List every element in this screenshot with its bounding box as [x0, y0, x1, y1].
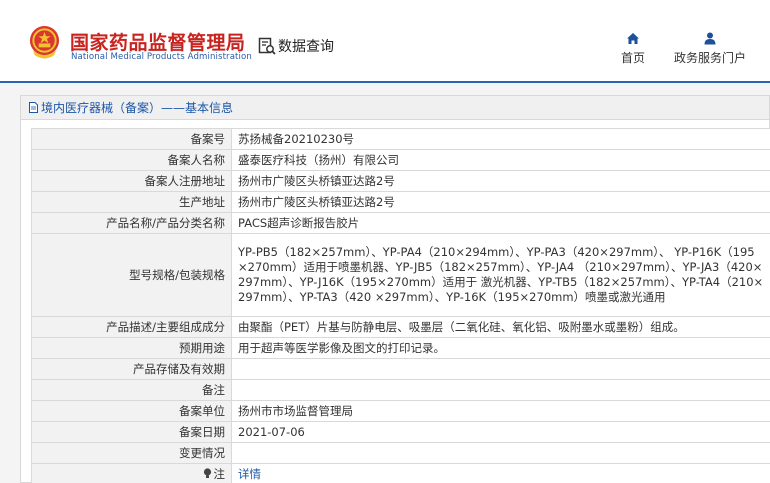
field-label: 变更情况 [31, 442, 232, 464]
field-value: 由聚酯（PET）片基与防静电层、吸墨层（二氧化硅、氧化铝、吸附墨水或墨粉）组成。 [231, 316, 770, 338]
table-row: 变更情况 [31, 442, 770, 464]
detail-panel: 境内医疗器械（备案）——基本信息 备案号 苏扬械备20210230号 备案人名称… [20, 95, 770, 483]
user-icon [704, 32, 716, 45]
nav-service-label: 政务服务门户 [673, 51, 746, 65]
data-query-icon[interactable] [258, 37, 276, 55]
table-row: 备注 [31, 379, 770, 401]
field-value: 盛泰医疗科技（扬州）有限公司 [231, 149, 770, 171]
field-label: 备案单位 [31, 400, 232, 422]
table-row: 备案号 苏扬械备20210230号 [31, 128, 770, 150]
panel-title: 境内医疗器械（备案）——基本信息 [21, 96, 769, 120]
nav-service-portal[interactable]: 政务服务门户 [671, 32, 749, 66]
table-row: 产品存储及有效期 [31, 358, 770, 380]
site-logo-title[interactable]: 国家药品监督管理局 [70, 28, 246, 55]
field-label: 生产地址 [31, 191, 232, 213]
field-label: 型号规格/包装规格 [31, 233, 232, 317]
field-value: 扬州市广陵区头桥镇亚达路2号 [231, 191, 770, 213]
field-value: 扬州市广陵区头桥镇亚达路2号 [231, 170, 770, 192]
site-logo-subtitle[interactable]: National Medical Products Administration [71, 52, 252, 62]
field-value: YP-PB5（182×257mm）、YP-PA4（210×294mm）、YP-P… [231, 233, 770, 317]
document-icon [29, 102, 38, 113]
field-label: 备案号 [31, 128, 232, 150]
table-row: 备案单位 扬州市市场监督管理局 [31, 400, 770, 422]
lightbulb-icon [203, 467, 211, 478]
table-row: 产品描述/主要组成成分 由聚酯（PET）片基与防静电层、吸墨层（二氧化硅、氧化铝… [31, 316, 770, 338]
table-row: 注 详情 [31, 463, 770, 483]
nav-home-label: 首页 [620, 51, 645, 65]
field-label: 备案人名称 [31, 149, 232, 171]
field-value: 苏扬械备20210230号 [231, 128, 770, 150]
table-row: 预期用途 用于超声等医学影像及图文的打印记录。 [31, 337, 770, 359]
field-label: 产品名称/产品分类名称 [31, 212, 232, 234]
nav-home[interactable]: 首页 [614, 32, 652, 66]
table-row: 备案人注册地址 扬州市广陵区头桥镇亚达路2号 [31, 170, 770, 192]
site-header: 国家药品监督管理局 National Medical Products Admi… [0, 0, 770, 82]
field-label: 注 [213, 466, 226, 481]
field-value: PACS超声诊断报告胶片 [231, 212, 770, 234]
panel-title-text: 境内医疗器械（备案）——基本信息 [41, 101, 234, 115]
table-row: 备案人名称 盛泰医疗科技（扬州）有限公司 [31, 149, 770, 171]
field-value [231, 379, 770, 401]
table-row: 型号规格/包装规格 YP-PB5（182×257mm）、YP-PA4（210×2… [31, 233, 770, 317]
field-label: 备案日期 [31, 421, 232, 443]
note-label-cell: 注 [31, 463, 232, 483]
table-row: 备案日期 2021-07-06 [31, 421, 770, 443]
field-value: 2021-07-06 [231, 421, 770, 443]
field-label: 预期用途 [31, 337, 232, 359]
data-query-link[interactable]: 数据查询 [278, 36, 334, 56]
field-label: 备注 [31, 379, 232, 401]
field-value [231, 358, 770, 380]
field-label: 产品描述/主要组成成分 [31, 316, 232, 338]
national-emblem-icon [29, 26, 60, 59]
field-value [231, 442, 770, 464]
details-link[interactable]: 详情 [238, 467, 261, 481]
field-value: 扬州市市场监督管理局 [231, 400, 770, 422]
field-label: 备案人注册地址 [31, 170, 232, 192]
table-row: 产品名称/产品分类名称 PACS超声诊断报告胶片 [31, 212, 770, 234]
field-value: 用于超声等医学影像及图文的打印记录。 [231, 337, 770, 359]
field-value-cell: 详情 [231, 463, 770, 483]
device-info-table: 备案号 苏扬械备20210230号 备案人名称 盛泰医疗科技（扬州）有限公司 备… [31, 128, 770, 483]
home-icon [627, 33, 639, 44]
field-label: 产品存储及有效期 [31, 358, 232, 380]
table-row: 生产地址 扬州市广陵区头桥镇亚达路2号 [31, 191, 770, 213]
